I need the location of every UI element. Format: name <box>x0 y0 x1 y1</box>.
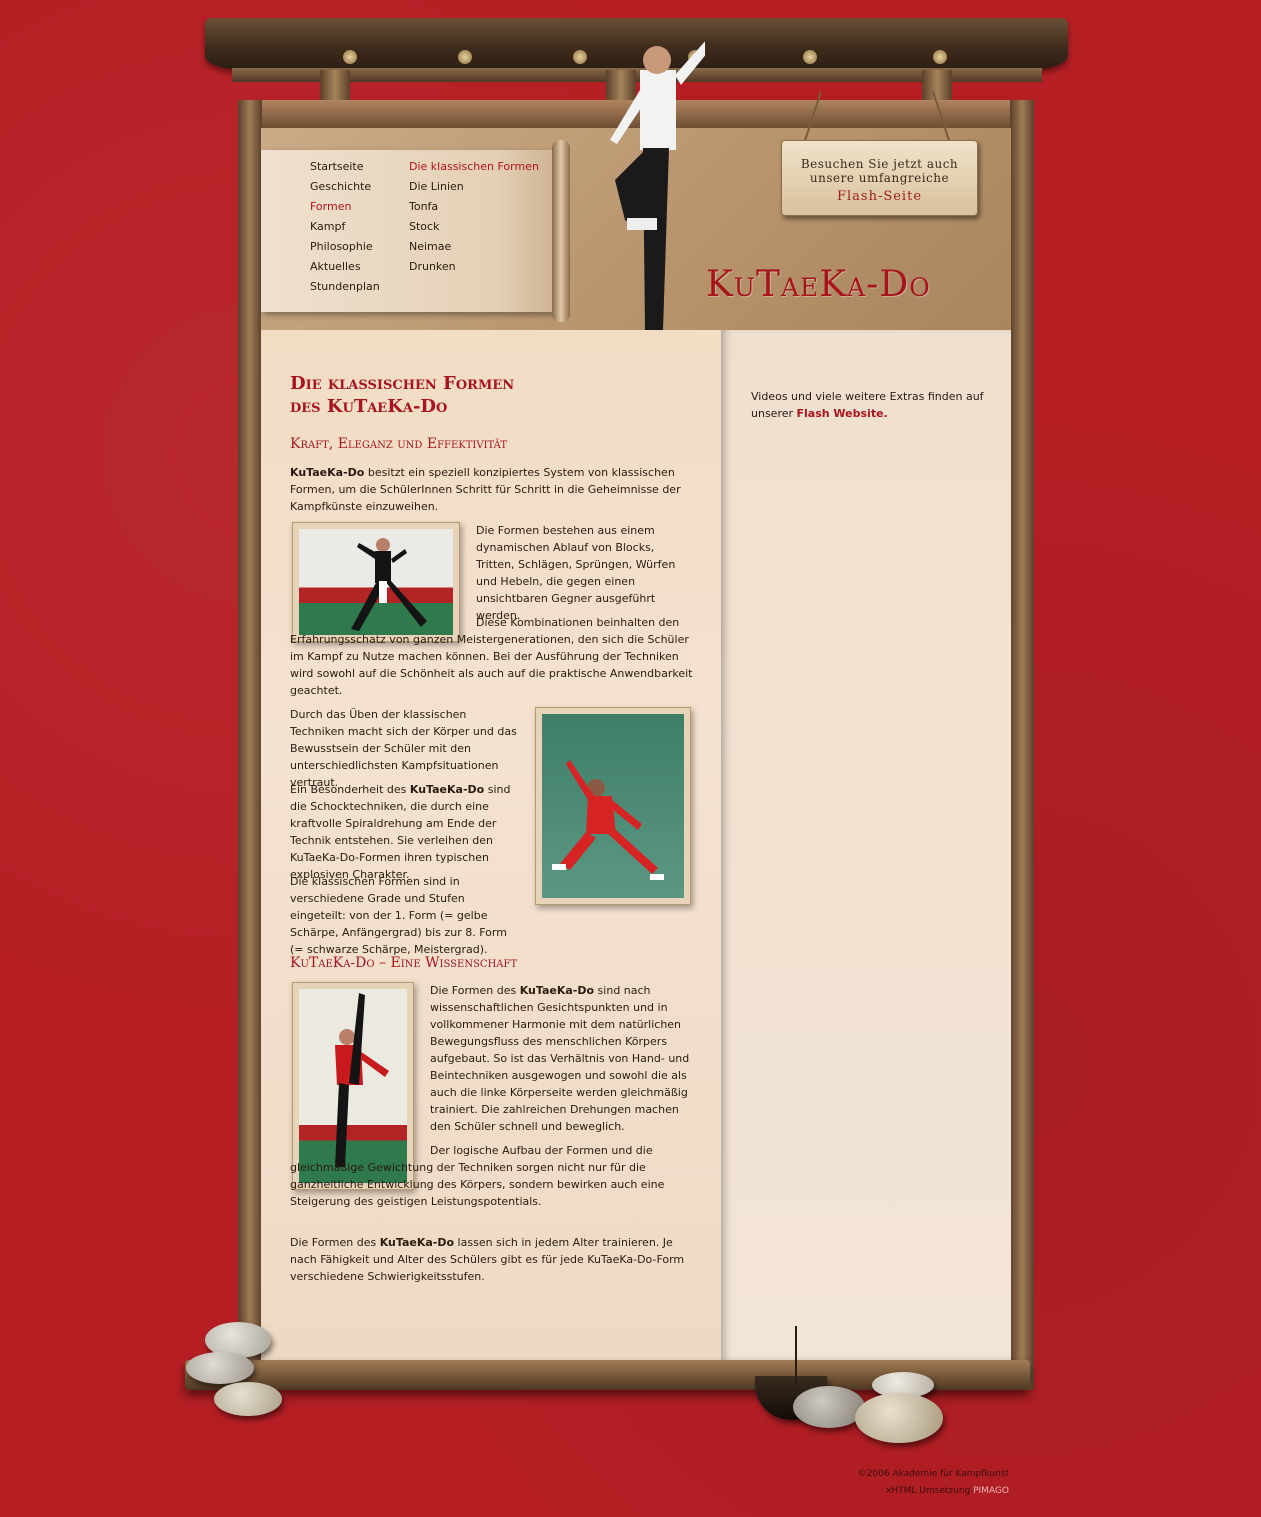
ornament-knob <box>343 50 357 64</box>
flash-site-link[interactable]: Flash-Seite <box>782 189 977 204</box>
paragraph-text: sind die Schocktechniken, die durch eine… <box>290 783 511 881</box>
red-uniform-figure <box>552 760 664 880</box>
ornament-knob <box>458 50 472 64</box>
sub-navigation: Die klassischen Formen Die Linien Tonfa Sto… <box>409 160 539 280</box>
paragraph: Die Formen bestehen aus einem dynamische… <box>476 524 676 622</box>
ornament-knob <box>573 50 587 64</box>
nav-item[interactable]: Startseite <box>310 160 380 180</box>
copyright: ©2006 Akademie für Kampfkunst <box>857 1469 1009 1479</box>
brand-name: KuTaeKa-Do <box>290 466 365 479</box>
fighter-image <box>610 41 705 330</box>
flash-site-sign[interactable]: Besuchen Sie jetzt auch unsere umfangrei… <box>781 140 978 216</box>
section-heading: KuTaeKa-Do – Eine Wissenschaft <box>290 955 518 971</box>
nav-item[interactable]: Stundenplan <box>310 280 380 300</box>
site-logo[interactable]: KuTaeKa-Do <box>706 264 996 305</box>
frame-right-post <box>1010 100 1034 1390</box>
brand-name: KuTaeKa-Do <box>519 984 595 997</box>
paragraph: Die klassischen Formen sind in verschied… <box>290 875 507 956</box>
paragraph-text: Die Formen des <box>290 1236 380 1249</box>
paragraph: Die Formen des KuTaeKa-Do sind nach wiss… <box>430 982 692 1135</box>
subnav-item[interactable]: Die Linien <box>409 180 539 200</box>
section-heading: Kraft, Eleganz und Effektivität <box>290 436 508 452</box>
nav-item[interactable]: Kampf <box>310 220 380 240</box>
subnav-item[interactable]: Tonfa <box>409 200 539 220</box>
paragraph-text: sind nach wissenschaftlichen Gesichtspun… <box>430 984 690 1133</box>
nav-item[interactable]: Philosophie <box>310 240 380 260</box>
brand-name: KuTaeKa-Do <box>409 783 485 796</box>
subnav-item[interactable]: Stock <box>409 220 539 240</box>
flash-website-link[interactable]: Flash Website. <box>797 407 888 420</box>
subnav-item[interactable]: Neimae <box>409 240 539 260</box>
paragraph: Diese Kombinationen beinhalten den Erfah… <box>290 616 693 697</box>
main-navigation: Startseite Geschichte Formen Kampf Philosoph… <box>310 160 380 300</box>
page-title-line: Die klassischen Formen <box>290 373 515 394</box>
subnav-item[interactable]: Die klassischen Formen <box>409 160 539 180</box>
ornament-knob <box>803 50 817 64</box>
sidebar: Videos und viele weitere Extras finden a… <box>721 330 1011 1360</box>
frame-left-post <box>238 100 262 1390</box>
photo-red-uniform <box>535 707 691 905</box>
credits-text: xHTML Umsetzung <box>886 1486 974 1496</box>
decorative-stone <box>855 1393 943 1443</box>
nav-item[interactable]: Geschichte <box>310 180 380 200</box>
credits: xHTML Umsetzung PIMAGO <box>886 1486 1009 1496</box>
pimago-link[interactable]: PIMAGO <box>973 1486 1009 1496</box>
paragraph: Ein Besonderheit des KuTaeKa-Do sind die… <box>290 781 520 883</box>
brand-name: KuTaeKa-Do <box>379 1236 455 1249</box>
subnav-item[interactable]: Drunken <box>409 260 539 280</box>
paragraph-text: Ein Besonderheit des <box>290 783 410 796</box>
paragraph: KuTaeKa-Do besitzt ein speziell konzipie… <box>290 464 695 515</box>
page-title-line: des KuTaeKa-Do <box>290 396 448 417</box>
paragraph: Der logische Aufbau der Formen und die g… <box>290 1144 665 1208</box>
paragraph: Durch das Üben der klassischen Techniken… <box>290 708 517 789</box>
decorative-stone <box>214 1382 282 1416</box>
decorative-stone <box>186 1352 254 1384</box>
ornament-knob <box>933 50 947 64</box>
paragraph: Die Formen des KuTaeKa-Do lassen sich in… <box>290 1234 695 1285</box>
scroll-roll <box>552 140 570 322</box>
paragraph-text: Die Formen des <box>430 984 520 997</box>
sign-text: unsere umfangreiche <box>809 171 950 185</box>
page-title: Die klassischen Formen des KuTaeKa-Do <box>290 372 514 418</box>
decorative-stone <box>793 1386 865 1428</box>
sign-text: Besuchen Sie jetzt auch <box>800 157 959 171</box>
nav-item[interactable]: Aktuelles <box>310 260 380 280</box>
sidebar-text: Videos und viele weitere Extras finden a… <box>751 388 991 422</box>
nav-item[interactable]: Formen <box>310 200 380 220</box>
incense-stick-icon <box>795 1326 797 1384</box>
